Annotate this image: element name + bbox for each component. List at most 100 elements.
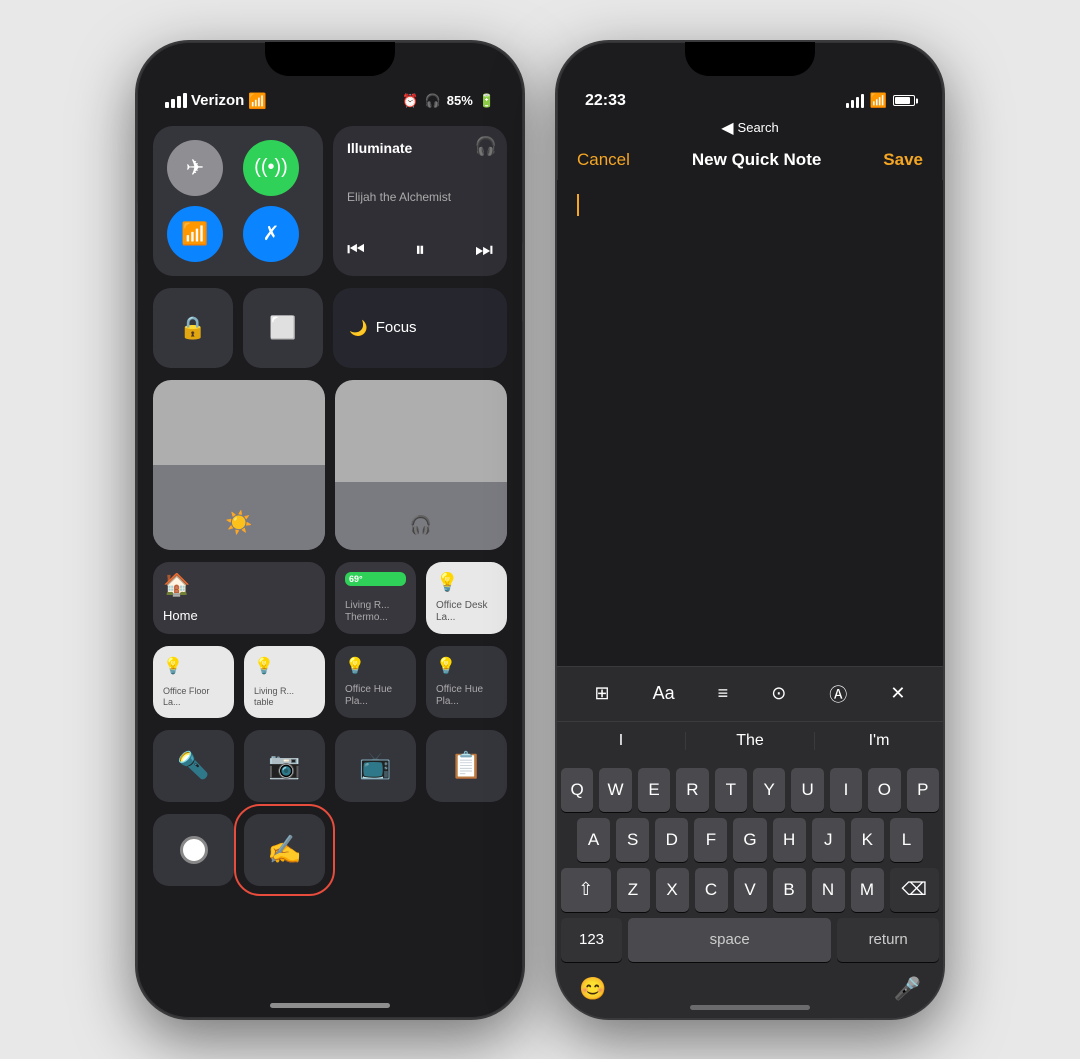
list-format-button[interactable]: ≡: [714, 679, 733, 708]
keyboard-row-3: ⇧ Z X C V B N M ⌫: [561, 868, 939, 912]
desk-lamp-button[interactable]: 💡 Office Desk La...: [426, 562, 507, 634]
home-label: Home: [163, 608, 315, 624]
search-back-button[interactable]: ◀ Search: [721, 118, 779, 138]
emoji-button[interactable]: 😊: [571, 972, 614, 1006]
key-m[interactable]: M: [851, 868, 884, 912]
autocorrect-word-3[interactable]: I'm: [815, 732, 943, 750]
add-note-button[interactable]: 📋: [426, 730, 507, 802]
hue1-button[interactable]: 💡 Office Hue Pla...: [335, 646, 416, 718]
camera-tool-button[interactable]: 📷: [244, 730, 325, 802]
airpods-icon: 🎧: [475, 136, 497, 157]
table-format-button[interactable]: ⊞: [591, 679, 614, 708]
battery-percent: 85%: [447, 93, 473, 108]
handwriting-format-button[interactable]: Ⓐ: [825, 677, 851, 711]
bottom-tools-row: ✍: [153, 814, 507, 886]
close-format-button[interactable]: ✕: [886, 679, 909, 708]
airplane-mode-button[interactable]: ✈: [167, 140, 223, 196]
numbers-key[interactable]: 123: [561, 918, 622, 962]
sig-4: [861, 94, 864, 108]
play-pause-button[interactable]: ⏸: [415, 239, 425, 262]
hue1-bulb-icon: 💡: [345, 656, 406, 676]
key-o[interactable]: O: [868, 768, 900, 812]
search-back-label: Search: [738, 120, 779, 135]
quick-note-icon: ✍: [267, 833, 302, 866]
key-j[interactable]: J: [812, 818, 845, 862]
key-a[interactable]: A: [577, 818, 610, 862]
remote-button[interactable]: 📺: [335, 730, 416, 802]
alarm-icon: ⏰: [402, 93, 418, 109]
shift-key[interactable]: ⇧: [561, 868, 611, 912]
battery-icon-left: 🔋: [479, 93, 495, 109]
quick-note-button[interactable]: ✍: [244, 814, 325, 886]
key-q[interactable]: Q: [561, 768, 593, 812]
key-p[interactable]: P: [907, 768, 939, 812]
key-v[interactable]: V: [734, 868, 767, 912]
autocorrect-word-2[interactable]: The: [686, 732, 815, 750]
signal-bar-2: [171, 99, 175, 108]
key-l[interactable]: L: [890, 818, 923, 862]
delete-key[interactable]: ⌫: [890, 868, 940, 912]
key-n[interactable]: N: [812, 868, 845, 912]
key-t[interactable]: T: [715, 768, 747, 812]
space-key[interactable]: space: [628, 918, 831, 962]
key-u[interactable]: U: [791, 768, 823, 812]
key-w[interactable]: W: [599, 768, 631, 812]
key-r[interactable]: R: [676, 768, 708, 812]
font-format-button[interactable]: Aa: [649, 679, 679, 708]
screen-lock-button[interactable]: 🔒: [153, 288, 233, 368]
floor-bulb-icon: 💡: [163, 656, 224, 676]
note-content-area[interactable]: [557, 180, 943, 666]
flashlight-button[interactable]: 🔦: [153, 730, 234, 802]
bluetooth-button[interactable]: ✗: [243, 206, 299, 262]
key-e[interactable]: E: [638, 768, 670, 812]
save-button[interactable]: Save: [883, 150, 923, 170]
record-button[interactable]: [153, 814, 234, 886]
prev-track-button[interactable]: ⏮: [347, 239, 365, 262]
key-x[interactable]: X: [656, 868, 689, 912]
mic-button[interactable]: 🎤: [886, 972, 929, 1006]
key-k[interactable]: K: [851, 818, 884, 862]
status-time: 22:33: [585, 92, 626, 110]
focus-button[interactable]: 🌙 Focus: [333, 288, 507, 368]
control-center: ✈ ((•)) 📶 ✗ 🎧 Illuminate Elijah the Alch…: [137, 118, 523, 894]
hue2-bulb-icon: 💡: [436, 656, 497, 676]
mirror-button[interactable]: ⬜: [243, 288, 323, 368]
key-c[interactable]: C: [695, 868, 728, 912]
key-f[interactable]: F: [694, 818, 727, 862]
keyboard: Q W E R T Y U I O P A S D F G H J K L ⇧ …: [557, 760, 943, 1018]
bulb-icon: 💡: [436, 572, 497, 593]
volume-slider[interactable]: 🎧: [335, 380, 507, 550]
cellular-button[interactable]: ((•)): [243, 140, 299, 196]
key-g[interactable]: G: [733, 818, 766, 862]
office-floor-button[interactable]: 💡 Office Floor La...: [153, 646, 234, 718]
next-track-button[interactable]: ⏭: [475, 239, 493, 262]
key-h[interactable]: H: [773, 818, 806, 862]
left-notch: [265, 42, 395, 76]
right-signal-icon: [846, 94, 864, 108]
right-notch: [685, 42, 815, 76]
brightness-slider[interactable]: ☀️: [153, 380, 325, 550]
thermostat-button[interactable]: 69° Living R... Thermo...: [335, 562, 416, 634]
battery-body: [893, 95, 915, 106]
autocorrect-word-1[interactable]: I: [557, 732, 686, 750]
hue2-button[interactable]: 💡 Office Hue Pla...: [426, 646, 507, 718]
key-z[interactable]: Z: [617, 868, 650, 912]
cc-sliders-row: ☀️ 🎧: [153, 380, 507, 550]
key-b[interactable]: B: [773, 868, 806, 912]
key-d[interactable]: D: [655, 818, 688, 862]
key-s[interactable]: S: [616, 818, 649, 862]
cc-misc-row: 🔒 ⬜ 🌙 Focus: [153, 288, 507, 368]
key-y[interactable]: Y: [753, 768, 785, 812]
wifi-button[interactable]: 📶: [167, 206, 223, 262]
left-vol-up: [135, 202, 138, 252]
cancel-button[interactable]: Cancel: [577, 150, 630, 170]
living-table-button[interactable]: 💡 Living R... table: [244, 646, 325, 718]
music-artist: Elijah the Alchemist: [347, 190, 493, 204]
headphones-icon: 🎧: [425, 93, 441, 109]
key-i[interactable]: I: [830, 768, 862, 812]
right-phone: 22:33 📶 ◀ Search Cancel New Quick Note: [555, 40, 945, 1020]
desk-label: Office Desk La...: [436, 600, 497, 624]
home-button[interactable]: 🏠 Home: [153, 562, 325, 634]
camera-format-button[interactable]: ⊙: [767, 679, 790, 708]
return-key[interactable]: return: [837, 918, 939, 962]
